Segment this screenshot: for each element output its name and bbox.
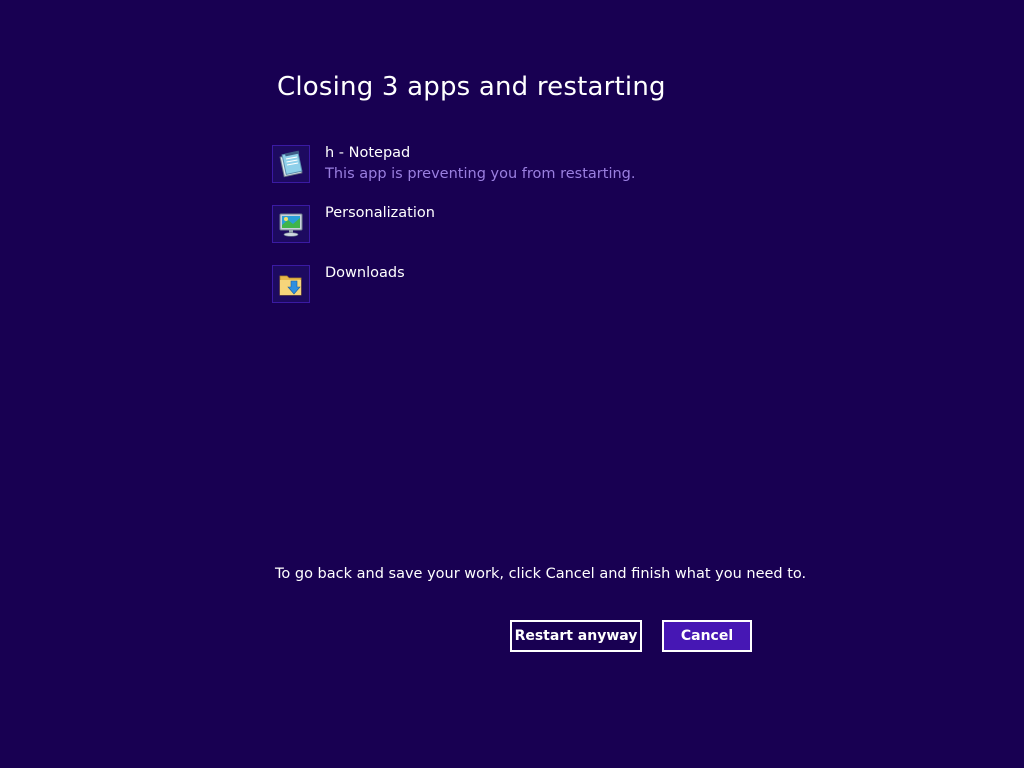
app-name: h - Notepad bbox=[325, 145, 411, 161]
cancel-button[interactable]: Cancel bbox=[662, 620, 752, 652]
app-tile bbox=[272, 145, 310, 183]
notepad-icon bbox=[279, 150, 303, 178]
app-status: This app is preventing you from restarti… bbox=[325, 166, 636, 182]
personalization-icon bbox=[279, 213, 303, 237]
app-tile bbox=[272, 205, 310, 243]
restart-screen: Closing 3 apps and restarting h - Notepa… bbox=[0, 0, 1024, 768]
downloads-folder-icon bbox=[279, 275, 302, 296]
app-item-downloads: Downloads bbox=[272, 265, 772, 325]
instruction-text: To go back and save your work, click Can… bbox=[275, 566, 807, 582]
page-title: Closing 3 apps and restarting bbox=[277, 72, 666, 102]
app-name: Personalization bbox=[325, 205, 435, 221]
app-list: h - Notepad This app is preventing you f… bbox=[272, 145, 772, 325]
app-tile bbox=[272, 265, 310, 303]
app-item-personalization: Personalization bbox=[272, 205, 772, 265]
app-name: Downloads bbox=[325, 265, 405, 281]
restart-anyway-button[interactable]: Restart anyway bbox=[510, 620, 642, 652]
app-item-notepad: h - Notepad This app is preventing you f… bbox=[272, 145, 772, 205]
